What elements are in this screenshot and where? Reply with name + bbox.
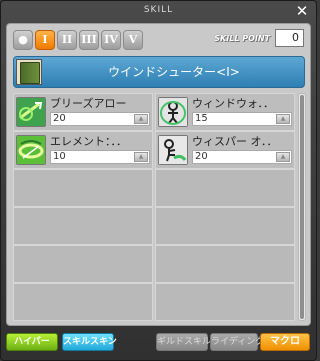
tab-job-5[interactable]: V	[123, 30, 143, 50]
skill-window: SKILL ✕ ● I II III IV V SKILL POINT 0 ウイ…	[0, 0, 317, 361]
skill-name: ウィスパー オ．．	[192, 135, 278, 148]
level-up-button[interactable]: ▲	[276, 114, 290, 124]
skill-point-value: 0	[275, 29, 304, 47]
skill-grid: ブリーズアロー 20 ▲ ウィンドウォ．． 15 ▲ エレメント：．． 10 ▲…	[13, 93, 295, 321]
job-name: ウインドシューター<I>	[108, 65, 240, 79]
tab-job-1[interactable]: I	[35, 30, 55, 50]
empty-skill-slot	[155, 169, 295, 207]
skill-level: 20	[53, 113, 66, 124]
title-bar[interactable]: SKILL ✕	[1, 1, 316, 23]
skill-level-field: 20 ▲	[50, 112, 150, 126]
skill-point-label: SKILL POINT	[214, 34, 270, 43]
skill-slot[interactable]: ウィスパー オ．． 20 ▲	[155, 131, 295, 169]
tab-beginner[interactable]: ●	[13, 30, 33, 50]
skill-name: エレメント：．．	[50, 135, 127, 148]
element-icon[interactable]	[16, 135, 46, 165]
empty-skill-slot	[155, 283, 295, 321]
macro-button[interactable]: マクロ	[260, 333, 310, 351]
figure-wind-icon[interactable]	[158, 97, 188, 127]
close-icon[interactable]: ✕	[294, 3, 310, 19]
window-title: SKILL	[143, 5, 174, 15]
skill-name: ウィンドウォ．．	[192, 97, 274, 110]
tab-job-4[interactable]: IV	[101, 30, 121, 50]
guild-skill-button[interactable]: ギルドスキル	[156, 333, 211, 351]
skill-level: 15	[195, 113, 208, 124]
empty-skill-slot	[155, 207, 295, 245]
empty-skill-slot	[13, 283, 153, 321]
skill-skin-button[interactable]: スキルスキン	[62, 333, 117, 351]
job-header: ウインドシューター<I>	[13, 56, 305, 88]
skill-panel: ● I II III IV V SKILL POINT 0 ウインドシューター<…	[6, 23, 311, 326]
scrollbar-thumb[interactable]	[300, 95, 304, 319]
empty-skill-slot	[13, 207, 153, 245]
skill-scrollbar[interactable]	[298, 93, 306, 321]
level-up-button[interactable]: ▲	[134, 152, 148, 162]
skill-level: 20	[195, 151, 208, 162]
level-up-button[interactable]: ▲	[276, 152, 290, 162]
skill-slot[interactable]: エレメント：．． 10 ▲	[13, 131, 153, 169]
bottom-toolbar: ハイパー スキルスキン ギルドスキル ライディング マクロ	[6, 333, 311, 353]
skill-slot[interactable]: ブリーズアロー 20 ▲	[13, 93, 153, 131]
hyper-skill-button[interactable]: ハイパー	[6, 333, 58, 351]
empty-skill-slot	[13, 245, 153, 283]
level-up-button[interactable]: ▲	[134, 114, 148, 124]
skill-book-icon	[16, 59, 42, 85]
arrow-wind-icon[interactable]	[16, 97, 46, 127]
skill-level-field: 15 ▲	[192, 112, 292, 126]
skill-level-field: 20 ▲	[192, 150, 292, 164]
skill-name: ブリーズアロー	[50, 97, 127, 110]
skill-level-field: 10 ▲	[50, 150, 150, 164]
empty-skill-slot	[155, 245, 295, 283]
skill-level: 10	[53, 151, 66, 162]
whisper-icon[interactable]	[158, 135, 188, 165]
job-tabs: ● I II III IV V	[13, 30, 143, 50]
skill-slot[interactable]: ウィンドウォ．． 15 ▲	[155, 93, 295, 131]
tab-job-3[interactable]: III	[79, 30, 99, 50]
tab-job-2[interactable]: II	[57, 30, 77, 50]
empty-skill-slot	[13, 169, 153, 207]
riding-button[interactable]: ライディング	[210, 333, 264, 351]
